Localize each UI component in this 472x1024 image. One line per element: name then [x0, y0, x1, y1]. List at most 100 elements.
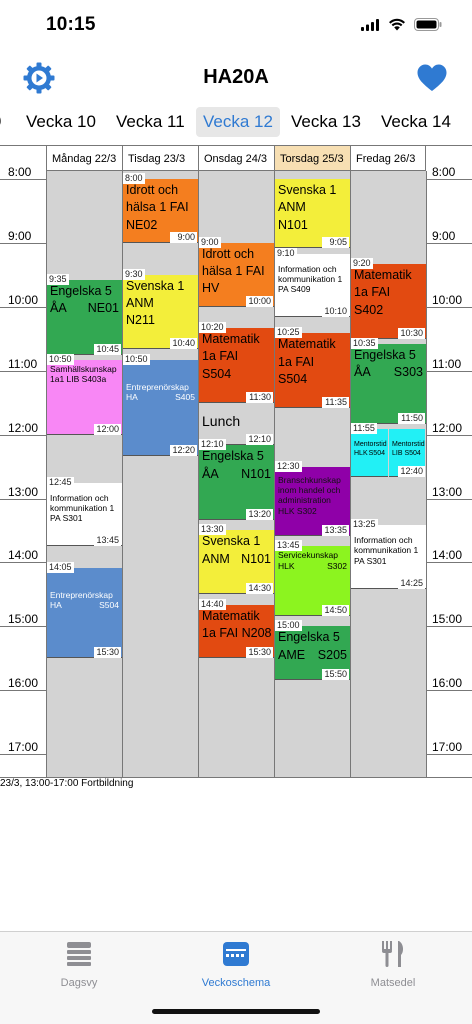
lesson-line: administration — [278, 495, 331, 506]
lesson-line: PA S301 — [50, 513, 83, 524]
time-label: 10:35 — [351, 338, 378, 350]
lesson-line: LIB S504 — [392, 449, 421, 457]
lesson-line: kommunikation 1 — [278, 273, 343, 284]
week-tab-13[interactable]: Vecka 13 — [291, 107, 361, 137]
time-label: 12:30 — [275, 460, 302, 472]
hour-label: 16:00 — [8, 676, 39, 691]
time-label: 9:05 — [322, 237, 349, 249]
hour-label: 8:00 — [8, 165, 32, 179]
lesson-line: Engelska 5 — [278, 630, 340, 645]
lesson-name: Svenska 1 ANM N101 — [278, 183, 336, 235]
lesson-line: S504 — [278, 371, 308, 386]
lesson-block[interactable]: Entreprenörskap HA S405 — [123, 360, 198, 456]
tab-dagsvy[interactable]: Dagsvy — [19, 940, 139, 989]
week-tab-14[interactable]: Vecka 14 — [381, 107, 451, 137]
time-label: 10:50 — [47, 354, 74, 366]
time-label: 13:45 — [94, 535, 121, 547]
lesson-room: S302 — [327, 560, 347, 571]
lesson-line: ANM — [126, 296, 154, 311]
hour-line — [426, 370, 472, 372]
lesson-name: Information och kommunikation 1 PA S301 — [354, 535, 418, 566]
lesson-line: Information och — [50, 492, 109, 503]
lesson-line: 1a FAI — [278, 354, 315, 369]
lesson-line: Servicekunskap — [278, 550, 339, 561]
hour-line — [426, 498, 472, 500]
hour-label: 15:00 — [8, 612, 39, 627]
lesson-line: 1a FAI — [202, 349, 239, 364]
lesson-line: 1a FAI — [354, 285, 391, 300]
time-label: 11:35 — [322, 396, 349, 408]
wifi-icon — [389, 18, 405, 31]
lesson-line: kommunikation 1 — [354, 545, 419, 556]
lesson-name: Idrott och hälsa 1 FAI NE02 — [126, 183, 189, 235]
day-header: Måndag 22/3 — [46, 145, 122, 171]
hour-label: 17:00 — [8, 740, 39, 755]
hour-label: 14:00 — [432, 548, 463, 563]
lesson-line: Lunch — [202, 412, 241, 429]
lesson-block[interactable]: Mentorstid HLK S504 — [351, 429, 388, 478]
lesson-block[interactable]: Entreprenörskap HA S504 — [47, 567, 122, 659]
battery-icon — [414, 18, 442, 31]
lesson-line: Mentorstid — [392, 441, 425, 449]
week-tab-12[interactable]: Vecka 12 — [196, 107, 280, 137]
lesson-line: Idrott och — [126, 183, 179, 197]
lesson-line: S402 — [354, 302, 384, 317]
time-label: 12:20 — [170, 444, 197, 456]
day-header: Torsdag 25/3 — [274, 145, 350, 171]
day-header: Onsdag 24/3 — [198, 145, 274, 171]
hour-line — [426, 626, 472, 628]
hour-line — [0, 306, 46, 308]
lesson-line: Matematik — [202, 609, 260, 623]
time-label: 10:40 — [170, 338, 197, 350]
heart-icon[interactable] — [416, 63, 448, 93]
lesson-name: Matematik 1a FAI S402 — [354, 268, 412, 320]
time-label: 12:10 — [199, 439, 226, 451]
hour-line — [426, 179, 472, 180]
time-label: 9:00 — [199, 236, 221, 248]
time-label: 10:25 — [275, 327, 302, 339]
hour-line — [0, 754, 46, 756]
lesson-room: N101 — [241, 466, 271, 481]
time-label: 11:30 — [246, 391, 273, 403]
lesson-line: 1a FAI N208 — [202, 626, 272, 641]
status-bar: 10:15 — [0, 0, 472, 52]
status-icons — [361, 18, 442, 31]
lesson-line: Entreprenörskap — [50, 589, 113, 600]
time-label: 13:20 — [246, 508, 273, 520]
time-label: 12:00 — [94, 423, 121, 435]
lesson-line: PA S409 — [278, 284, 311, 295]
week-tab-9[interactable]: 9 — [0, 107, 1, 137]
hour-label: 10:00 — [432, 292, 463, 307]
day-column — [122, 171, 198, 777]
day-header: Fredag 26/3 — [350, 145, 426, 171]
hour-line — [426, 434, 472, 436]
tab-label-veckoschema: Veckoschema — [201, 977, 271, 989]
page-title: HA20A — [203, 66, 269, 88]
week-tab-11[interactable]: Vecka 11 — [116, 107, 185, 137]
time-label: 11:50 — [398, 412, 425, 424]
lesson-line: ANM — [278, 200, 306, 215]
hour-label: 9:00 — [432, 228, 456, 243]
lesson-line: S504 — [202, 366, 232, 381]
lesson-line: HV — [202, 281, 220, 296]
week-tab-10[interactable]: Vecka 10 — [26, 107, 96, 137]
tab-matsedel[interactable]: Matsedel — [333, 940, 453, 989]
hour-label: 11:00 — [432, 356, 462, 371]
tab-veckoschema[interactable]: Veckoschema — [176, 940, 296, 989]
hour-label: 13:00 — [8, 484, 39, 499]
status-time: 10:15 — [46, 14, 96, 35]
hour-line — [426, 242, 472, 244]
time-label: 14:30 — [246, 583, 273, 595]
hour-line — [0, 562, 46, 564]
hour-line — [0, 242, 46, 244]
lesson-line: Branschkunskap — [278, 474, 341, 485]
lesson-line: Mentorstid — [354, 441, 387, 449]
lesson-line: Matematik — [278, 337, 336, 352]
lesson-name: Mentorstid LIB S504 — [392, 441, 425, 458]
lesson-room: S405 — [175, 392, 195, 403]
lesson-line: 1a1 LIB S403a — [50, 374, 107, 385]
grid-top-line — [0, 145, 472, 146]
time-label: 15:30 — [246, 647, 273, 659]
lesson-name: Idrott och hälsa 1 FAI HV — [202, 247, 265, 299]
hour-label: 12:00 — [432, 420, 463, 435]
